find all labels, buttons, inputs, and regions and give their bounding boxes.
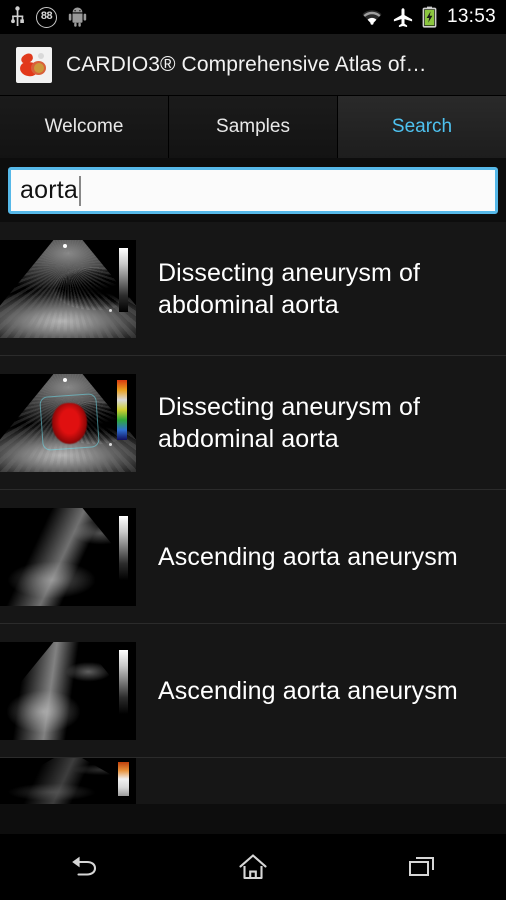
nav-home-button[interactable]	[208, 834, 298, 900]
status-bar-right-icons: 13:53	[360, 0, 496, 34]
list-item[interactable]: Ascending aorta aneurysm	[0, 490, 506, 624]
list-item[interactable]: Dissecting aneurysm of abdominal aorta	[0, 356, 506, 490]
recent-apps-icon	[408, 857, 434, 876]
battery-charging-icon	[422, 6, 437, 28]
tab-bar: Welcome Samples Search	[0, 96, 506, 158]
list-item-label: Dissecting aneurysm of abdominal aorta	[158, 392, 421, 453]
app-icon[interactable]	[16, 46, 52, 83]
wifi-icon	[362, 10, 382, 25]
search-bar-container: aorta	[0, 158, 506, 222]
result-thumbnail[interactable]	[0, 641, 136, 740]
android-robot-icon	[68, 7, 87, 27]
counter-badge-icon: 88	[36, 6, 57, 28]
system-navigation-bar	[0, 834, 506, 900]
nav-recents-button[interactable]	[377, 834, 467, 900]
search-results-list[interactable]: Dissecting aneurysm of abdominal aorta D…	[0, 222, 506, 804]
list-item-label: Ascending aorta aneurysm	[158, 542, 458, 571]
list-item-label: Ascending aorta aneurysm	[158, 676, 458, 705]
tab-samples[interactable]: Samples	[169, 96, 337, 158]
tab-welcome[interactable]: Welcome	[0, 96, 168, 158]
search-input[interactable]: aorta	[8, 167, 498, 214]
page-title: CARDIO3® Comprehensive Atlas of…	[66, 52, 427, 76]
nav-back-button[interactable]	[39, 834, 129, 900]
text-caret	[78, 175, 81, 206]
list-item[interactable]: Ascending aorta aneurysm	[0, 624, 506, 758]
result-thumbnail[interactable]	[0, 239, 136, 338]
list-item[interactable]: Dissecting aneurysm of abdominal aorta	[0, 222, 506, 356]
back-arrow-icon	[72, 856, 97, 876]
result-thumbnail[interactable]	[0, 758, 136, 804]
list-item[interactable]	[0, 758, 506, 804]
status-bar-clock: 13:53	[446, 6, 496, 27]
result-thumbnail[interactable]	[0, 507, 136, 606]
airplane-mode-icon	[393, 7, 413, 27]
list-item-label: Dissecting aneurysm of abdominal aorta	[158, 258, 421, 319]
result-thumbnail[interactable]	[0, 373, 136, 472]
status-bar-left-icons: 88	[10, 6, 87, 28]
status-bar: 88 13:53	[0, 0, 506, 34]
phone-screen: 88 13:53 CARDIO3® Comprehensive Atlas of…	[0, 0, 506, 900]
home-icon	[239, 854, 267, 880]
tab-search[interactable]: Search	[338, 96, 506, 158]
search-input-value: aorta	[20, 176, 78, 204]
action-bar: CARDIO3® Comprehensive Atlas of…	[0, 34, 506, 96]
usb-icon	[11, 6, 24, 26]
